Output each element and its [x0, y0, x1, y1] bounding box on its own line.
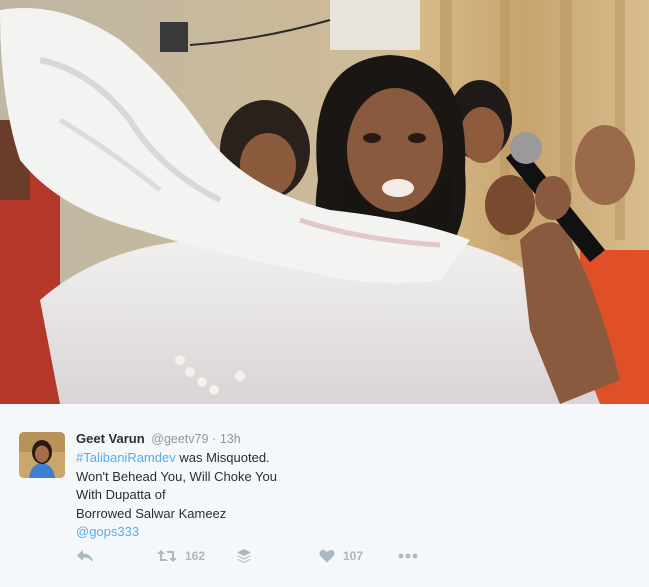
author-name[interactable]: Geet Varun	[76, 431, 145, 446]
tweet-header: Geet Varun @geetv79 · 13h	[76, 430, 616, 448]
retweet-count: 162	[185, 549, 206, 563]
tweet-timestamp[interactable]: 13h	[220, 432, 241, 446]
tweet-text-line-4: Borrowed Salwar Kameez	[76, 505, 227, 521]
tweet-text-line-3: With Dupatta of	[76, 487, 166, 502]
retweet-button[interactable]: 162	[157, 546, 205, 566]
more-button[interactable]	[398, 546, 418, 566]
avatar[interactable]	[19, 432, 65, 478]
stack-icon	[236, 548, 252, 564]
like-button[interactable]: 107	[319, 546, 363, 566]
mention-link[interactable]: @gops333	[76, 524, 139, 539]
retweet-icon	[157, 549, 177, 563]
tweet-card: Geet Varun @geetv79 · 13h #TalibaniRamde…	[0, 404, 649, 587]
tweet-actions: 162 107	[76, 546, 496, 566]
tweet-text-line-2: Won't Behead You, Will Choke You	[76, 468, 277, 484]
more-dots-icon	[398, 553, 418, 559]
tweet-text-line-1-rest: was Misquoted.	[175, 450, 270, 465]
buffer-button[interactable]	[236, 546, 252, 566]
header-separator: ·	[212, 432, 217, 446]
heart-icon	[319, 549, 335, 563]
tweet-content: Geet Varun @geetv79 · 13h #TalibaniRamde…	[76, 430, 616, 542]
tweet-photo[interactable]	[0, 0, 649, 404]
like-count: 107	[343, 549, 364, 563]
reply-icon	[76, 549, 94, 563]
author-handle[interactable]: @geetv79	[151, 432, 208, 446]
tweet-text-line-5: @gops333	[76, 523, 616, 542]
reply-button[interactable]	[76, 546, 94, 566]
tweet-text: #TalibaniRamdev was Misquoted. Won't Beh…	[76, 449, 616, 542]
tweet-text-line-1: #TalibaniRamdev was Misquoted.	[76, 449, 616, 468]
hashtag-link[interactable]: #TalibaniRamdev	[76, 450, 176, 465]
